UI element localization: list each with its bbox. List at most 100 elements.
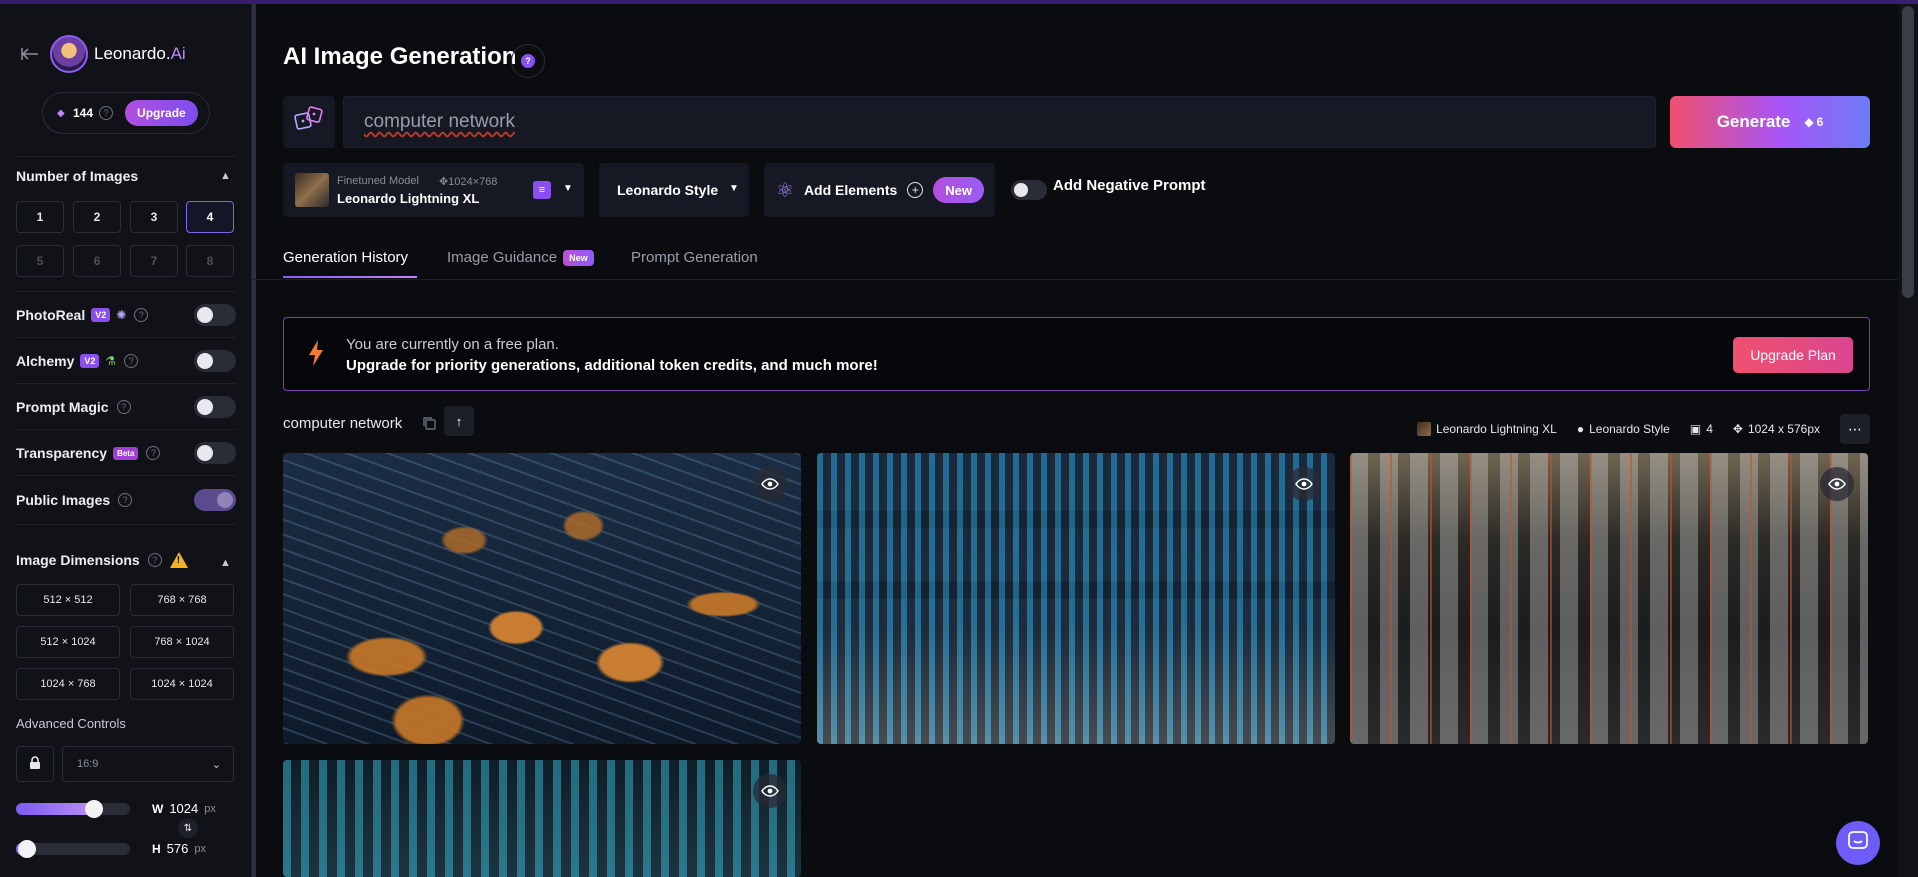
transparency-toggle[interactable] (194, 442, 236, 464)
divider (16, 337, 236, 338)
avatar[interactable] (50, 35, 88, 73)
free-plan-banner: You are currently on a free plan. Upgrad… (283, 317, 1870, 391)
chat-support-button[interactable] (1836, 821, 1880, 865)
eye-icon[interactable] (753, 467, 787, 501)
atom-icon: ⚛ (776, 179, 794, 202)
dimension-1024x768[interactable]: 1024 × 768 (16, 668, 120, 700)
prompt-magic-label: Prompt Magic (16, 399, 109, 415)
warning-icon[interactable]: ! (169, 552, 188, 568)
prompt-magic-toggle[interactable] (194, 396, 236, 418)
image-count-4[interactable]: 4 (186, 201, 234, 233)
more-options-button[interactable]: ⋯ (1840, 414, 1870, 444)
photoreal-toggle[interactable] (194, 304, 236, 326)
help-icon[interactable]: ? (134, 308, 149, 322)
aspect-lock-button[interactable] (16, 746, 54, 782)
brand-logo[interactable]: Leonardo.Ai (94, 44, 186, 64)
flask-icon[interactable]: ⚗ (105, 354, 116, 368)
upgrade-plan-button[interactable]: Upgrade Plan (1733, 337, 1853, 373)
public-images-toggle[interactable] (194, 489, 236, 511)
upgrade-button[interactable]: Upgrade (125, 100, 198, 126)
chevron-up-icon[interactable]: ▲ (220, 170, 231, 182)
meta-model: Leonardo Lightning XL (1417, 422, 1557, 436)
dice-icon (294, 105, 324, 139)
token-icon: ◆ (57, 108, 65, 119)
height-value[interactable]: 576 (167, 841, 189, 856)
width-letter: W (152, 801, 164, 816)
divider (16, 383, 236, 384)
generated-image-4[interactable] (283, 760, 801, 877)
meta-style: ● Leonardo Style (1576, 422, 1670, 436)
image-count-1[interactable]: 1 (16, 201, 64, 233)
chevron-up-icon[interactable]: ▲ (220, 557, 231, 569)
random-prompt-button[interactable] (283, 96, 335, 148)
copy-icon[interactable] (419, 413, 439, 433)
dimension-1024x1024[interactable]: 1024 × 1024 (130, 668, 234, 700)
image-dimensions-title: Image Dimensions (16, 552, 140, 568)
dimension-512x1024[interactable]: 512 × 1024 (16, 626, 120, 658)
divider (16, 429, 236, 430)
number-of-images-title: Number of Images (16, 168, 139, 184)
v2-badge: V2 (80, 354, 100, 368)
tab-generation-history[interactable]: Generation History (283, 249, 408, 266)
generate-button[interactable]: Generate ◆ 6 (1670, 96, 1870, 148)
token-count: 144 (73, 106, 94, 120)
add-elements-button[interactable]: ⚛ Add Elements + New (764, 163, 995, 217)
tabs-divider (252, 279, 1898, 280)
prompt-input[interactable]: computer network (343, 96, 1656, 148)
help-icon[interactable]: ? (118, 493, 133, 507)
image-count-2[interactable]: 2 (73, 201, 121, 233)
eye-icon[interactable] (753, 774, 787, 808)
width-slider[interactable] (16, 800, 130, 818)
bolt-icon (308, 340, 324, 373)
help-icon[interactable]: ? (146, 446, 161, 460)
generated-image-1[interactable] (283, 453, 801, 744)
aspect-ratio-select[interactable]: 16:9 ⌄ (62, 746, 234, 782)
banner-line1: You are currently on a free plan. (346, 336, 559, 353)
style-selector[interactable]: Leonardo Style ▼ (599, 163, 749, 217)
generate-cost: ◆ 6 (1804, 115, 1824, 129)
back-arrow-icon[interactable] (20, 44, 40, 64)
generation-prompt: computer network (283, 415, 403, 432)
eye-icon[interactable] (1287, 467, 1321, 501)
tab-image-guidance[interactable]: Image Guidance New (447, 249, 594, 266)
image-count-3[interactable]: 3 (130, 201, 178, 233)
reuse-prompt-button[interactable]: ↑ (444, 406, 474, 436)
arrow-up-icon: ↑ (455, 413, 463, 429)
camera-settings-icon[interactable]: ✺ (116, 308, 126, 322)
help-icon[interactable]: ? (116, 400, 131, 414)
photoreal-label: PhotoReal (16, 307, 86, 323)
token-icon: ◆ (1804, 115, 1814, 129)
negative-prompt-toggle[interactable] (1011, 180, 1047, 200)
images-icon: ▣ (1689, 422, 1702, 436)
help-icon[interactable]: ? (124, 354, 139, 368)
image-count-5[interactable]: 5 (16, 245, 64, 277)
dimension-768x768[interactable]: 768 × 768 (130, 584, 234, 616)
tab-prompt-generation[interactable]: Prompt Generation (631, 249, 758, 266)
image-count-8[interactable]: 8 (186, 245, 234, 277)
title-help-button[interactable]: ? (511, 44, 545, 78)
eye-icon[interactable] (1820, 467, 1854, 501)
generation-meta: Leonardo Lightning XL ● Leonardo Style ▣ 4… (1417, 414, 1870, 444)
model-thumbnail (295, 173, 329, 207)
alchemy-toggle[interactable] (194, 350, 236, 372)
advanced-controls-label: Advanced Controls (16, 716, 126, 731)
dimension-512x512[interactable]: 512 × 512 (16, 584, 120, 616)
main-scrollbar[interactable] (1898, 4, 1918, 877)
caret-down-icon[interactable]: ▼ (563, 183, 573, 194)
model-icon[interactable]: ≡ (533, 181, 551, 199)
sidebar-scrollbar[interactable] (252, 4, 256, 877)
meta-size: ✥ 1024 x 576px (1732, 422, 1820, 436)
width-value[interactable]: 1024 (169, 801, 198, 816)
help-icon[interactable]: ? (99, 106, 114, 120)
dimension-768x1024[interactable]: 768 × 1024 (130, 626, 234, 658)
generated-image-2[interactable] (817, 453, 1335, 744)
model-selector[interactable]: Finetuned Model ✥1024×768 Leonardo Lightn… (283, 163, 584, 217)
height-slider[interactable] (16, 840, 130, 858)
meta-count: ▣ 4 (1689, 422, 1713, 436)
generated-image-3[interactable] (1350, 453, 1868, 744)
swap-icon[interactable]: ⇅ (178, 818, 198, 838)
generate-label: Generate (1716, 112, 1791, 131)
help-icon[interactable]: ? (147, 553, 162, 567)
image-count-6[interactable]: 6 (73, 245, 121, 277)
image-count-7[interactable]: 7 (130, 245, 178, 277)
